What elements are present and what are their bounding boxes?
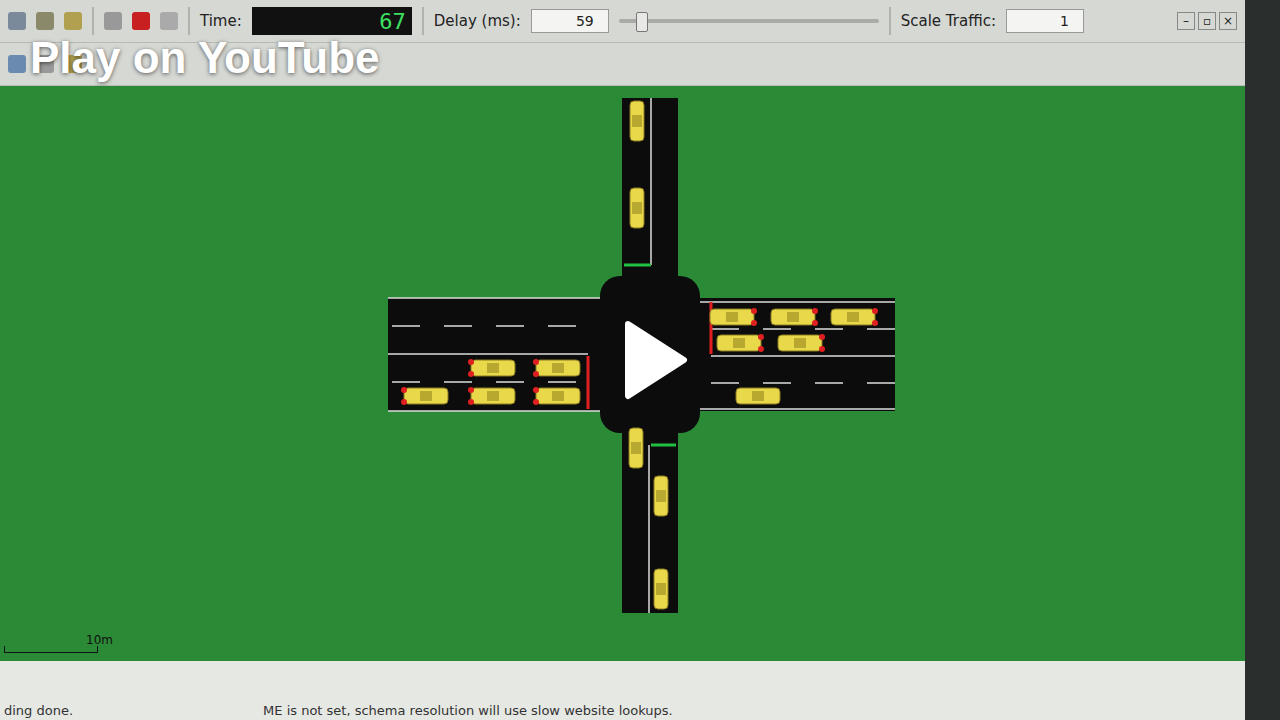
reload-icon[interactable] <box>36 12 54 30</box>
vehicle <box>710 308 757 326</box>
vehicle <box>629 428 643 468</box>
sumo-window: Time: 67 Delay (ms): 59 Scale Traffic: 1 –▫× 10… <box>0 0 1245 720</box>
vehicle <box>533 387 580 405</box>
vehicle <box>654 476 668 516</box>
vehicle <box>778 334 825 352</box>
scale-label: Scale Traffic: <box>901 12 996 30</box>
vehicle <box>736 388 780 404</box>
status-bar: ding done. ME is not set, schema resoluti… <box>0 661 1245 720</box>
network-canvas[interactable]: 10m <box>0 86 1245 661</box>
slider-handle[interactable] <box>636 12 648 32</box>
video-title[interactable]: Play on YouTube <box>30 33 380 83</box>
delay-input[interactable]: 59 <box>531 9 609 33</box>
status-line: ME is not set, schema resolution will us… <box>263 703 673 718</box>
window-button[interactable]: – <box>1177 12 1195 30</box>
signal-west <box>587 356 590 409</box>
status-line: ding done. <box>4 703 73 718</box>
time-display: 67 <box>252 7 412 35</box>
scale-bar <box>4 646 98 653</box>
delay-slider[interactable] <box>619 19 879 23</box>
step-icon[interactable] <box>104 12 122 30</box>
vehicle <box>533 359 580 377</box>
vehicle <box>717 334 764 352</box>
vehicle <box>630 188 644 228</box>
vehicle <box>654 569 668 609</box>
signal-north <box>624 264 651 267</box>
time-label: Time: <box>200 12 242 30</box>
scale-input[interactable]: 1 <box>1006 9 1084 33</box>
delay-label: Delay (ms): <box>434 12 521 30</box>
page: Time: 67 Delay (ms): 59 Scale Traffic: 1 –▫× 10… <box>0 0 1280 720</box>
scale-label: 10m <box>86 633 113 647</box>
vehicle <box>468 387 515 405</box>
screen-bezel <box>1245 0 1280 720</box>
locate-icon[interactable] <box>8 55 26 73</box>
vehicle <box>401 387 448 405</box>
vehicle <box>771 308 818 326</box>
vehicle <box>468 359 515 377</box>
open-icon[interactable] <box>8 12 26 30</box>
signal-south <box>651 444 676 447</box>
window-button[interactable]: × <box>1219 12 1237 30</box>
window-buttons: –▫× <box>1177 12 1237 30</box>
vehicle <box>831 308 878 326</box>
window-button[interactable]: ▫ <box>1198 12 1216 30</box>
settings-icon[interactable] <box>64 12 82 30</box>
vehicle <box>630 101 644 141</box>
run-icon[interactable] <box>160 12 178 30</box>
play-icon[interactable] <box>620 320 690 400</box>
stop-icon[interactable] <box>132 12 150 30</box>
intersection-diagram <box>0 86 1245 661</box>
